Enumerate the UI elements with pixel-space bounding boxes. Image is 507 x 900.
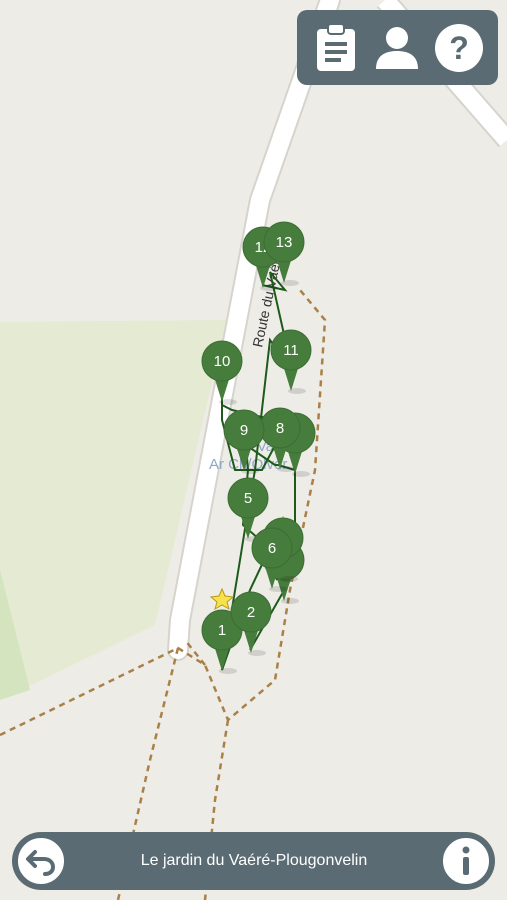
info-icon	[462, 846, 470, 875]
marker-label: 13	[276, 234, 293, 251]
clipboard-button[interactable]	[310, 22, 362, 74]
clipboard-icon	[316, 22, 355, 71]
help-icon: ?	[435, 23, 484, 72]
profile-button[interactable]	[371, 22, 423, 74]
marker-label: 2	[247, 604, 255, 621]
marker-label: 11	[283, 342, 299, 359]
undo-icon	[26, 850, 56, 876]
help-button[interactable]: ?	[433, 22, 485, 74]
marker-label: 5	[244, 490, 252, 507]
bottom-bar: Le jardin du Vaéré-Plougonvelin	[40, 832, 468, 890]
undo-button[interactable]	[12, 832, 70, 890]
garden-title[interactable]: Le jardin du Vaéré-Plougonvelin	[110, 832, 398, 890]
marker-label: 8	[276, 420, 284, 437]
marker-label: 9	[240, 422, 248, 439]
marker-label: 6	[268, 540, 276, 557]
svg-text:?: ?	[449, 30, 469, 66]
marker-label: 1	[218, 622, 226, 639]
map[interactable]: Route du Vaéré Le Vaéré Ar Ch/Olver 1234…	[0, 0, 507, 900]
user-icon	[376, 26, 419, 69]
marker-label: 10	[214, 353, 231, 370]
top-toolbar: ?	[297, 10, 498, 85]
info-button[interactable]	[437, 832, 495, 890]
